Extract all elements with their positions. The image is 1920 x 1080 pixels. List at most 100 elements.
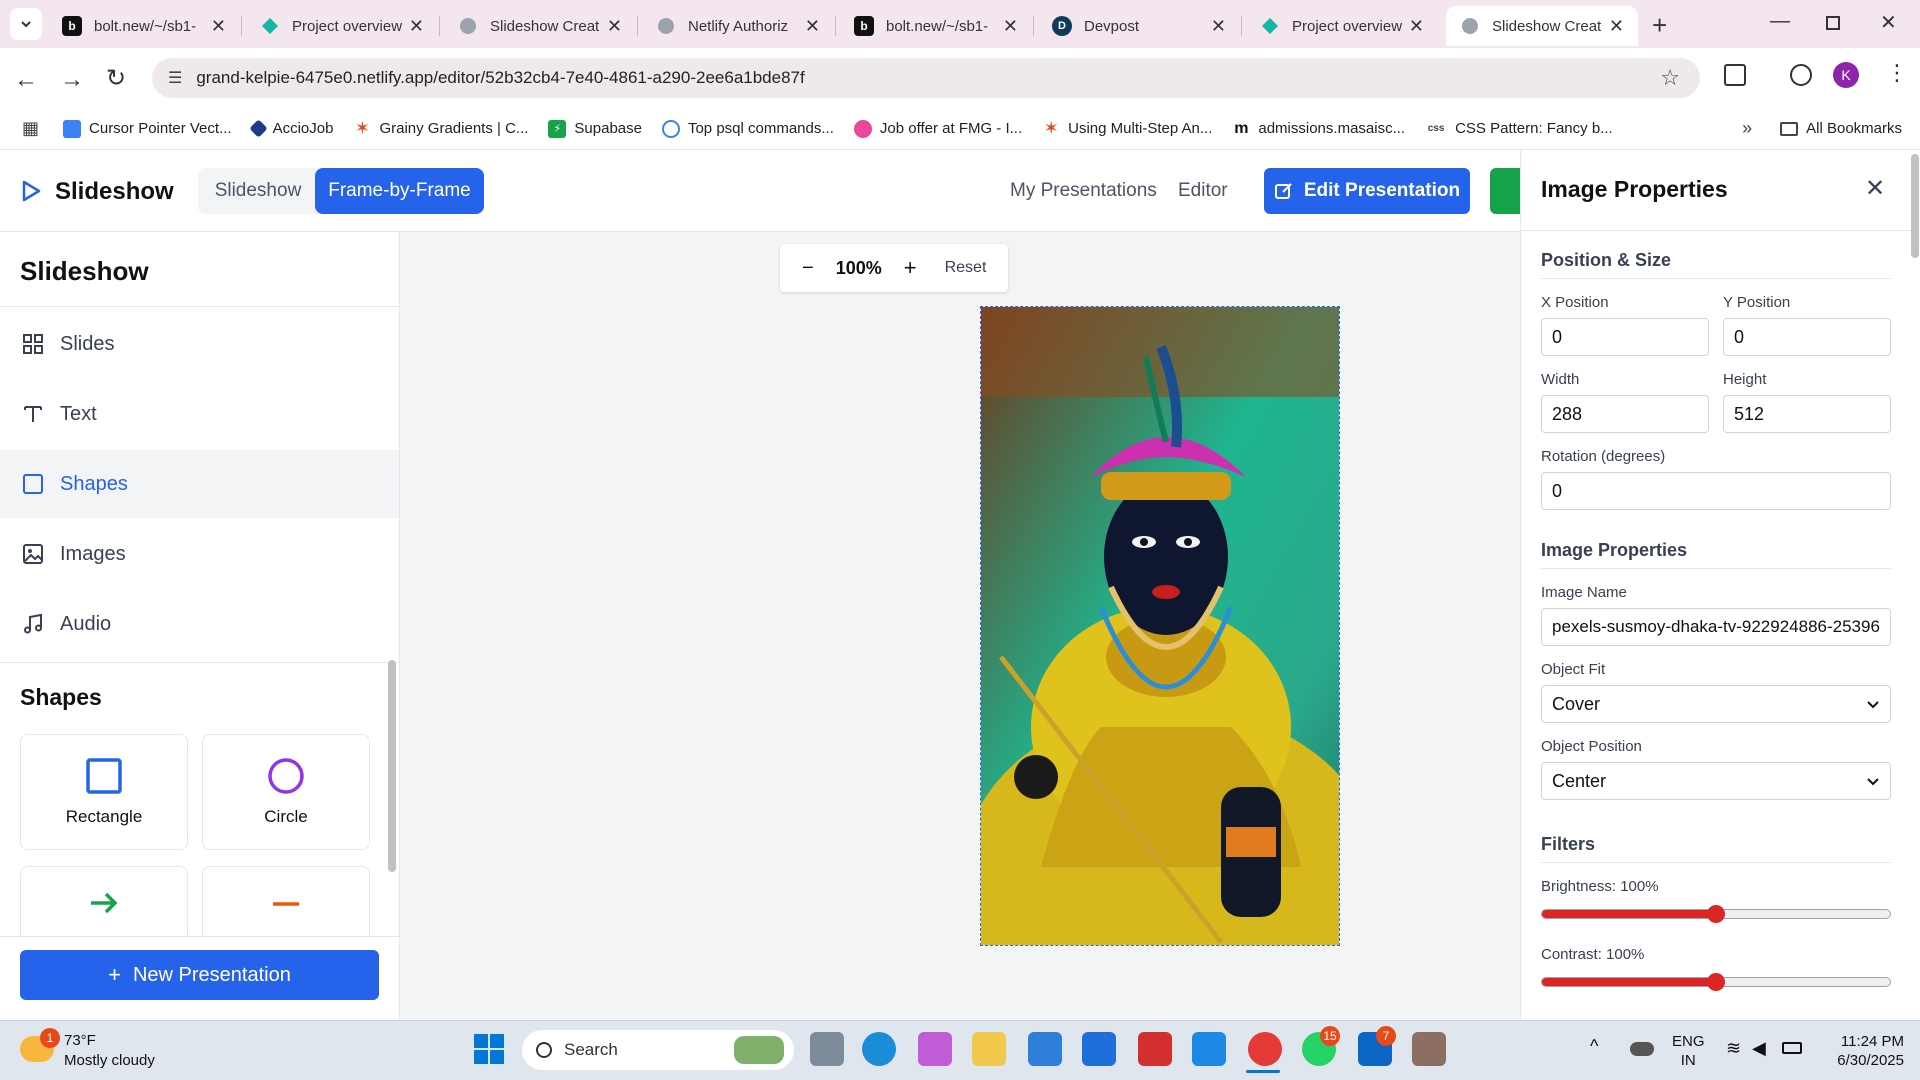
browser-tab-2[interactable]: Project overview ✕ (246, 6, 438, 46)
chrome-icon[interactable] (1248, 1032, 1282, 1066)
y-position-input[interactable]: 0 (1723, 318, 1891, 356)
close-tab-icon[interactable]: ✕ (1211, 16, 1226, 37)
new-tab-plus-icon[interactable]: + (1652, 10, 1667, 41)
azure-data-studio-icon[interactable] (1082, 1032, 1116, 1066)
sidebar-item-slides[interactable]: Slides (0, 310, 399, 378)
task-view-icon[interactable] (810, 1032, 844, 1066)
vscode-icon[interactable] (1192, 1032, 1226, 1066)
all-bookmarks-link[interactable]: All Bookmarks (1806, 120, 1902, 137)
performance-icon[interactable] (1790, 64, 1812, 86)
brightness-slider-handle[interactable] (1707, 905, 1725, 923)
editor-link[interactable]: Editor (1178, 180, 1228, 202)
back-arrow-icon[interactable]: ← (14, 66, 38, 94)
bookmark-2[interactable]: AccioJob (248, 119, 333, 138)
copilot-icon[interactable] (918, 1032, 952, 1066)
edge-browser-icon[interactable] (862, 1032, 896, 1066)
browser-menu-icon[interactable]: ⋮ (1886, 62, 1908, 84)
sidebar-item-shapes[interactable]: Shapes (0, 450, 399, 518)
start-windows-icon[interactable] (474, 1034, 504, 1064)
close-tab-icon[interactable]: ✕ (1003, 16, 1018, 37)
sidebar-item-audio[interactable]: Audio (0, 590, 399, 658)
battery-icon[interactable] (1782, 1042, 1802, 1054)
weather-widget[interactable]: 1 73°F Mostly cloudy (20, 1028, 170, 1070)
onedrive-icon[interactable] (1630, 1042, 1654, 1056)
restore-window-icon[interactable] (1826, 16, 1840, 30)
wifi-icon[interactable]: ≋ (1726, 1038, 1741, 1059)
clock[interactable]: 11:24 PM 6/30/2025 (1820, 1032, 1904, 1070)
close-tab-icon[interactable]: ✕ (805, 16, 820, 37)
browser-tab-3[interactable]: Slideshow Creat ✕ (444, 6, 636, 46)
show-hidden-icons-chevron-icon[interactable]: ^ (1590, 1036, 1598, 1057)
browser-tab-8-active[interactable]: Slideshow Creat ✕ (1446, 6, 1638, 46)
panel-scrollbar[interactable] (1911, 154, 1919, 258)
contrast-slider[interactable] (1541, 973, 1891, 991)
bookmark-star-icon[interactable]: ☆ (1660, 65, 1680, 91)
browser-tab-5[interactable]: b bolt.new/~/sb1- ✕ (840, 6, 1032, 46)
sidebar-item-text[interactable]: Text (0, 380, 399, 448)
brightness-slider[interactable] (1541, 905, 1891, 923)
shape-line[interactable] (202, 866, 370, 936)
tab-frame-by-frame[interactable]: Frame-by-Frame (315, 168, 484, 214)
bookmark-7[interactable]: ✶ Using Multi-Step An... (1042, 118, 1213, 138)
address-bar[interactable]: ☰ grand-kelpie-6475e0.netlify.app/editor… (152, 58, 1700, 98)
site-info-icon[interactable]: ☰ (168, 68, 182, 88)
bookmark-6[interactable]: Job offer at FMG - I... (853, 119, 1022, 138)
bookmark-9[interactable]: css CSS Pattern: Fancy b... (1425, 120, 1613, 138)
contrast-slider-handle[interactable] (1707, 973, 1725, 991)
browser-tab-4[interactable]: Netlify Authoriz ✕ (642, 6, 834, 46)
language-indicator[interactable]: ENG IN (1672, 1032, 1705, 1070)
volume-icon[interactable]: ◀ (1752, 1038, 1766, 1059)
my-presentations-link[interactable]: My Presentations (1010, 180, 1157, 202)
zoom-in-plus-icon[interactable]: + (904, 255, 917, 281)
bookmark-3[interactable]: ✶ Grainy Gradients | C... (353, 118, 529, 138)
share-button-partial[interactable] (1490, 168, 1520, 214)
reload-icon[interactable]: ↻ (106, 64, 126, 93)
shape-arrow[interactable] (20, 866, 188, 936)
browser-tab-7[interactable]: Project overview ✕ (1246, 6, 1438, 46)
forward-arrow-icon[interactable]: → (60, 66, 84, 94)
mcafee-icon[interactable] (1138, 1032, 1172, 1066)
close-window-icon[interactable]: ✕ (1880, 10, 1897, 35)
object-fit-select[interactable]: Cover (1541, 685, 1891, 723)
shape-rectangle[interactable]: Rectangle (20, 734, 188, 850)
bookmark-1[interactable]: Cursor Pointer Vect... (63, 119, 232, 138)
more-bookmarks-chevron-icon[interactable]: » (1742, 118, 1752, 139)
edit-presentation-button[interactable]: Edit Presentation (1264, 168, 1470, 214)
bookmark-4[interactable]: ⚡ Supabase (548, 119, 642, 138)
browser-tab-6[interactable]: D Devpost ✕ (1038, 6, 1240, 46)
shape-circle[interactable]: Circle (202, 734, 370, 850)
bookmark-5[interactable]: Top psql commands... (661, 119, 834, 138)
close-tab-icon[interactable]: ✕ (211, 16, 226, 37)
bookmark-8[interactable]: m admissions.masaisc... (1232, 120, 1405, 138)
file-explorer-icon[interactable] (972, 1032, 1006, 1066)
canvas-area[interactable]: − 100% + Reset (400, 232, 1520, 1020)
profile-avatar[interactable]: K (1833, 62, 1859, 88)
zoom-out-minus-icon[interactable]: − (802, 257, 814, 280)
taskbar-search-box[interactable]: Search (522, 1030, 794, 1070)
sidebar-item-images[interactable]: Images (0, 520, 399, 588)
close-tab-icon[interactable]: ✕ (1409, 16, 1424, 37)
object-position-select[interactable]: Center (1541, 762, 1891, 800)
app-brand[interactable]: Slideshow (55, 178, 174, 206)
extensions-puzzle-icon[interactable] (1724, 64, 1746, 86)
image-name-input[interactable]: pexels-susmoy-dhaka-tv-922924886-25396 (1541, 608, 1891, 646)
url-text[interactable]: grand-kelpie-6475e0.netlify.app/editor/5… (196, 68, 804, 88)
snipping-tool-icon[interactable] (1412, 1032, 1446, 1066)
new-presentation-button[interactable]: + New Presentation (20, 950, 379, 1000)
close-panel-icon[interactable]: ✕ (1865, 174, 1885, 203)
selected-image-frame[interactable] (980, 306, 1340, 946)
microsoft-store-icon[interactable] (1028, 1032, 1062, 1066)
close-tab-icon[interactable]: ✕ (607, 16, 622, 37)
tab-search-button[interactable] (10, 8, 42, 40)
height-input[interactable]: 512 (1723, 395, 1891, 433)
zoom-reset-button[interactable]: Reset (945, 259, 987, 277)
x-position-input[interactable]: 0 (1541, 318, 1709, 356)
minimize-window-icon[interactable]: — (1770, 10, 1790, 33)
browser-tab-1[interactable]: b bolt.new/~/sb1- ✕ (48, 6, 240, 46)
rotation-input[interactable]: 0 (1541, 472, 1891, 510)
sidebar-scrollbar[interactable] (388, 660, 396, 872)
apps-grid-icon[interactable]: ▦ (22, 118, 39, 139)
close-tab-icon[interactable]: ✕ (409, 16, 424, 37)
tab-slideshow[interactable]: Slideshow (206, 176, 310, 206)
close-tab-icon[interactable]: ✕ (1609, 16, 1624, 37)
